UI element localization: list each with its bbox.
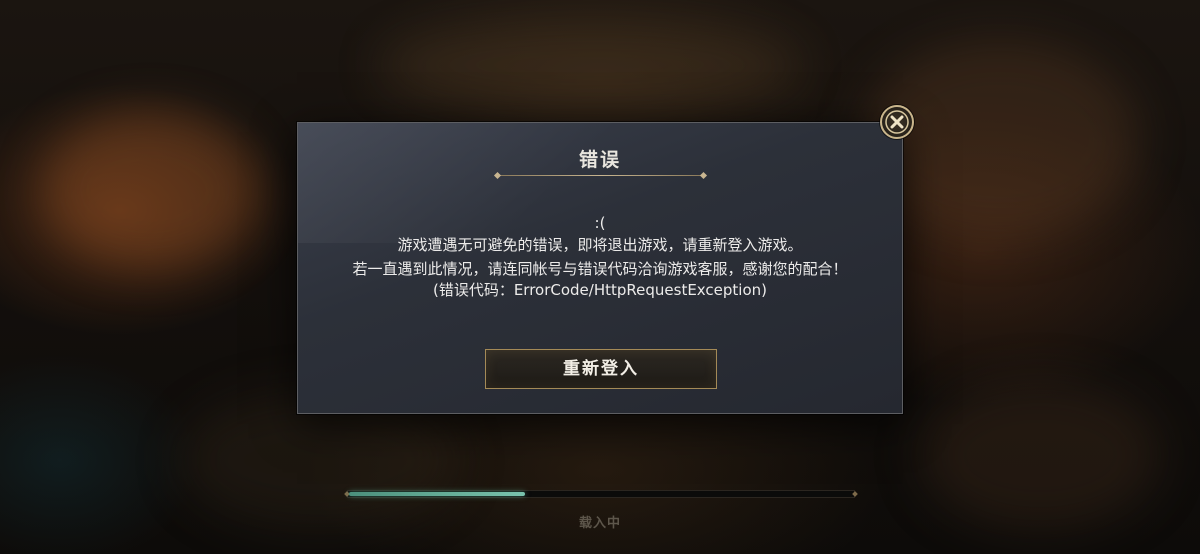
loading-label: 载入中 bbox=[578, 516, 621, 531]
error-message-line1: 游戏遭遇无可避免的错误，即将退出游戏，请重新登入游戏。 bbox=[397, 236, 803, 254]
error-code-text: (错误代码：ErrorCode/HttpRequestException) bbox=[432, 281, 768, 299]
close-button[interactable] bbox=[880, 105, 914, 139]
loading-progress-fill bbox=[349, 492, 525, 496]
progress-cap-right bbox=[852, 491, 858, 497]
close-x-icon bbox=[885, 110, 909, 134]
background-glow bbox=[920, 380, 1160, 530]
game-background: 错误 :( 游戏遭遇无可避免的错误，即将退出游戏，请重新登入游戏。 若一直遇到此… bbox=[0, 0, 1200, 554]
loading-progress-bar bbox=[344, 490, 858, 498]
dialog-title: 错误 bbox=[578, 149, 621, 171]
background-glow bbox=[40, 110, 260, 270]
error-dialog: 错误 :( 游戏遭遇无可避免的错误，即将退出游戏，请重新登入游戏。 若一直遇到此… bbox=[297, 122, 903, 414]
title-divider bbox=[498, 175, 703, 176]
background-glow bbox=[380, 20, 800, 110]
error-face: :( bbox=[594, 214, 606, 232]
relogin-button[interactable]: 重新登入 bbox=[485, 349, 717, 389]
